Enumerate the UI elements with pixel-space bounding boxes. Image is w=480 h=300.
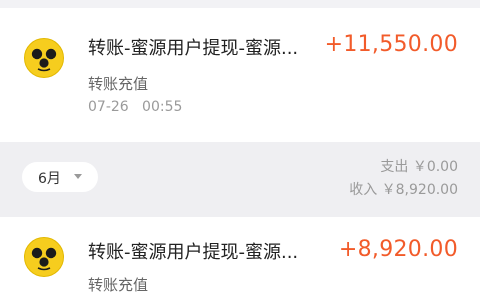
transaction-type: 转账充值 bbox=[88, 75, 149, 93]
top-divider bbox=[0, 0, 480, 8]
transaction-list-screen: 转账-蜜源用户提现-蜜源... +11,550.00 转账充值 07-26 00… bbox=[0, 0, 480, 300]
expense-summary: 支出 ￥0.00 bbox=[380, 159, 458, 175]
chevron-down-icon bbox=[74, 174, 82, 179]
yellow-face-icon bbox=[24, 38, 64, 78]
transaction-title: 转账-蜜源用户提现-蜜源... bbox=[88, 242, 299, 263]
income-summary: 收入 ￥8,920.00 bbox=[349, 182, 458, 198]
transaction-datetime: 07-26 00:55 bbox=[88, 99, 183, 115]
transaction-amount: +8,920.00 bbox=[338, 237, 458, 262]
transaction-title: 转账-蜜源用户提现-蜜源... bbox=[88, 38, 299, 59]
transaction-row[interactable]: 转账-蜜源用户提现-蜜源... +11,550.00 转账充值 07-26 00… bbox=[0, 8, 480, 142]
month-summary-bar: 6月 支出 ￥0.00 收入 ￥8,920.00 bbox=[0, 142, 480, 217]
yellow-face-icon bbox=[24, 237, 64, 277]
transaction-amount: +11,550.00 bbox=[324, 32, 458, 57]
month-selector-button[interactable]: 6月 bbox=[22, 162, 98, 192]
transaction-row[interactable]: 转账-蜜源用户提现-蜜源... +8,920.00 转账充值 bbox=[0, 217, 480, 300]
month-label: 6月 bbox=[38, 171, 61, 187]
transaction-type: 转账充值 bbox=[88, 276, 149, 294]
